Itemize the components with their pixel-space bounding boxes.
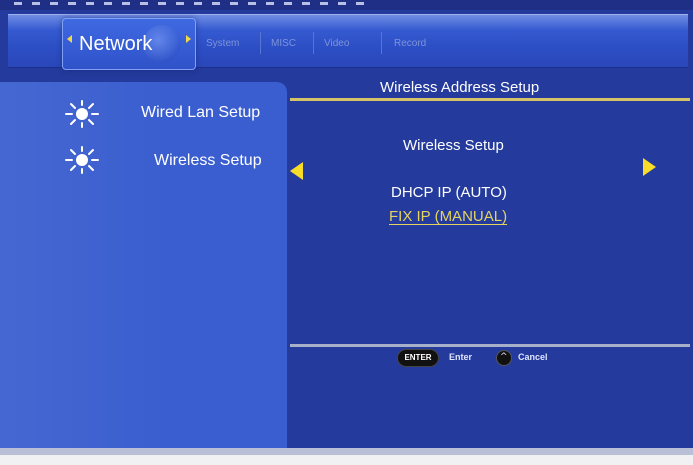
tab-record[interactable]: Record [394,38,426,49]
enter-key-icon: ENTER [397,349,439,367]
right-arrow-icon[interactable] [643,158,656,176]
tab-right-arrow-icon [186,35,191,43]
sun-icon [65,100,99,128]
option-dhcp-ip-auto[interactable]: DHCP IP (AUTO) [391,184,507,201]
tab-network[interactable]: Network [62,18,196,70]
left-menu-panel-shade [0,82,287,465]
tab-left-arrow-icon [67,35,72,43]
cancel-label[interactable]: Cancel [518,352,548,362]
enter-label[interactable]: Enter [449,352,472,362]
bottom-border-light [0,455,693,465]
title-divider [290,98,690,101]
menu-item-wireless-setup[interactable]: Wireless Setup [154,152,262,170]
top-dots-decoration [14,2,374,5]
menu-item-wired-lan-setup[interactable]: Wired Lan Setup [141,104,260,122]
tab-network-label: Network [79,33,153,55]
panel-title: Wireless Address Setup [380,79,540,96]
tab-misc[interactable]: MISC [271,38,296,49]
tab-video[interactable]: Video [324,38,349,49]
top-band [0,0,693,10]
tab-divider [260,32,261,54]
wireless-setup-label: Wireless Setup [403,137,504,154]
tab-divider [381,32,382,54]
cancel-key-icon: ^ [496,350,512,366]
left-arrow-icon[interactable] [290,162,303,180]
settings-screen: Network System MISC Video Record Wired L… [0,0,693,465]
tab-divider [313,32,314,54]
footer-divider [290,344,690,347]
option-fix-ip-manual[interactable]: FIX IP (MANUAL) [389,208,507,225]
sun-icon [65,146,99,174]
tab-system[interactable]: System [206,38,239,49]
